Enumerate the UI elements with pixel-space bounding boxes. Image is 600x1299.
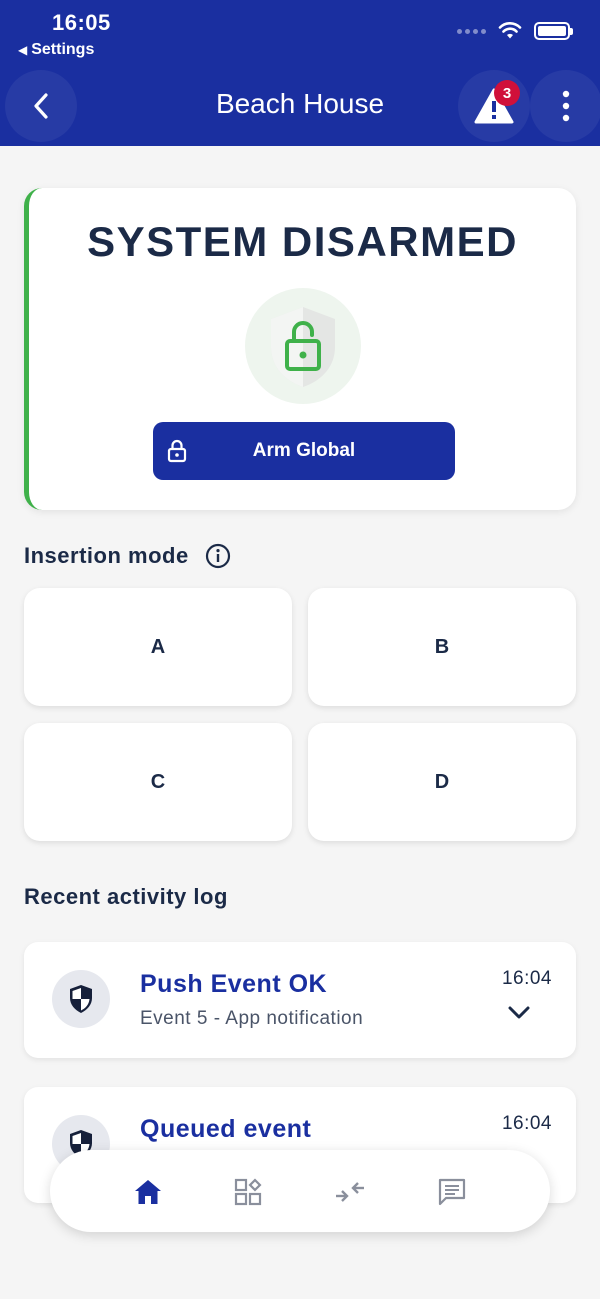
transfer-icon bbox=[336, 1182, 364, 1202]
arm-global-label: Arm Global bbox=[252, 440, 356, 461]
activity-heading: Recent activity log bbox=[24, 884, 228, 910]
nav-transfer[interactable] bbox=[330, 1172, 370, 1212]
grid-icon bbox=[234, 1178, 262, 1206]
message-icon bbox=[438, 1178, 466, 1206]
status-icons bbox=[457, 22, 573, 40]
shield-icon bbox=[52, 970, 110, 1028]
activity-item-time: 16:04 bbox=[501, 968, 552, 989]
mode-label: B bbox=[434, 635, 450, 658]
mode-label: D bbox=[434, 770, 450, 793]
return-to-settings[interactable]: ◀ Settings bbox=[18, 41, 94, 59]
activity-title: Recent activity log bbox=[24, 884, 228, 909]
activity-item[interactable]: Push Event OK Event 5 - App notification… bbox=[24, 942, 576, 1058]
mode-tile-b[interactable]: B bbox=[308, 588, 576, 706]
system-status-title: SYSTEM DISARMED bbox=[87, 218, 518, 265]
insertion-mode-title: Insertion mode bbox=[24, 543, 189, 568]
arm-global-button[interactable]: Arm Global bbox=[153, 422, 455, 480]
top-app-bar: 16:05 ◀ Settings Beach House 3 bbox=[0, 0, 600, 146]
mode-label: C bbox=[150, 770, 166, 793]
battery-icon bbox=[534, 22, 573, 40]
mode-tile-d[interactable]: D bbox=[308, 723, 576, 841]
chevron-down-icon[interactable] bbox=[508, 1006, 530, 1020]
mode-tile-c[interactable]: C bbox=[24, 723, 292, 841]
back-triangle-icon: ◀ bbox=[18, 43, 28, 57]
info-icon[interactable] bbox=[205, 543, 231, 569]
mode-label: A bbox=[150, 635, 166, 658]
alerts-button[interactable] bbox=[458, 70, 530, 142]
more-vertical-icon bbox=[562, 90, 570, 122]
bottom-navigation bbox=[50, 1150, 550, 1232]
activity-item-subtitle: Event 5 - App notification bbox=[140, 1008, 364, 1029]
more-options-button[interactable] bbox=[530, 70, 600, 142]
home-icon bbox=[135, 1180, 161, 1204]
shield-unlock-icon bbox=[245, 288, 361, 404]
system-status-card: SYSTEM DISARMED Arm Global bbox=[24, 188, 576, 510]
activity-item-title: Queued event bbox=[140, 1115, 312, 1143]
alert-count-badge: 3 bbox=[494, 80, 520, 106]
lock-icon bbox=[167, 439, 187, 463]
nav-devices[interactable] bbox=[228, 1172, 268, 1212]
activity-item-time: 16:04 bbox=[501, 1113, 552, 1134]
wifi-icon bbox=[498, 22, 522, 39]
nav-home[interactable] bbox=[128, 1172, 168, 1212]
mode-tile-a[interactable]: A bbox=[24, 588, 292, 706]
nav-messages[interactable] bbox=[432, 1172, 472, 1212]
status-time: 16:05 bbox=[52, 10, 111, 35]
insertion-mode-heading: Insertion mode bbox=[24, 543, 231, 569]
signal-dots-icon bbox=[457, 28, 486, 34]
return-app-label: Settings bbox=[31, 41, 95, 58]
activity-item-title: Push Event OK bbox=[140, 970, 328, 998]
